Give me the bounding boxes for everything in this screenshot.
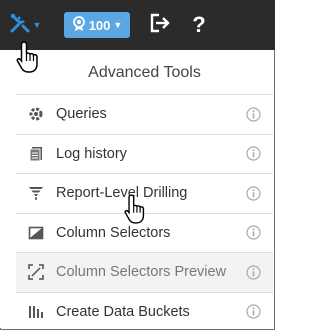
log-icon <box>26 144 46 164</box>
info-icon[interactable] <box>245 146 261 162</box>
logout-button[interactable] <box>148 12 172 38</box>
chevron-down-icon: ▼ <box>113 20 122 30</box>
info-icon[interactable] <box>245 106 261 122</box>
chevron-down-icon: ▼ <box>33 20 42 30</box>
funnel-icon <box>26 183 46 203</box>
points-badge-button[interactable]: 100 ▼ <box>64 12 130 38</box>
advanced-tools-button[interactable]: ▼ <box>6 12 44 38</box>
menu-item-create-data-buckets[interactable]: Create Data Buckets <box>16 292 273 331</box>
menu-item-label: Queries <box>56 106 245 122</box>
menu-title: Advanced Tools <box>16 51 273 94</box>
menu-item-label: Column Selectors Preview <box>56 264 245 280</box>
column-selector-icon <box>26 223 46 243</box>
points-value: 100 <box>89 18 111 33</box>
top-toolbar: ▼ 100 ▼ ? <box>0 0 275 50</box>
menu-item-report-level-drilling[interactable]: Report-Level Drilling <box>16 173 273 213</box>
menu-item-column-selectors[interactable]: Column Selectors <box>16 213 273 253</box>
gear-icon <box>26 104 46 124</box>
menu-item-label: Log history <box>56 146 245 162</box>
preview-icon <box>26 262 46 282</box>
tools-icon <box>9 12 31 39</box>
info-icon[interactable] <box>245 185 261 201</box>
advanced-tools-menu: Advanced Tools Queries Log history <box>16 51 273 328</box>
menu-item-queries[interactable]: Queries <box>16 94 273 134</box>
background-panel-edge <box>0 50 17 328</box>
menu-item-label: Report-Level Drilling <box>56 185 245 201</box>
data-buckets-icon <box>26 302 46 322</box>
logout-icon <box>149 13 171 38</box>
menu-item-label: Column Selectors <box>56 225 245 241</box>
menu-item-log-history[interactable]: Log history <box>16 134 273 174</box>
info-icon[interactable] <box>245 225 261 241</box>
info-icon[interactable] <box>245 304 261 320</box>
help-button[interactable]: ? <box>188 10 210 40</box>
menu-item-column-selectors-preview[interactable]: Column Selectors Preview <box>16 252 273 292</box>
info-icon[interactable] <box>245 264 261 280</box>
menu-item-label: Create Data Buckets <box>56 304 245 320</box>
award-icon <box>72 16 86 35</box>
